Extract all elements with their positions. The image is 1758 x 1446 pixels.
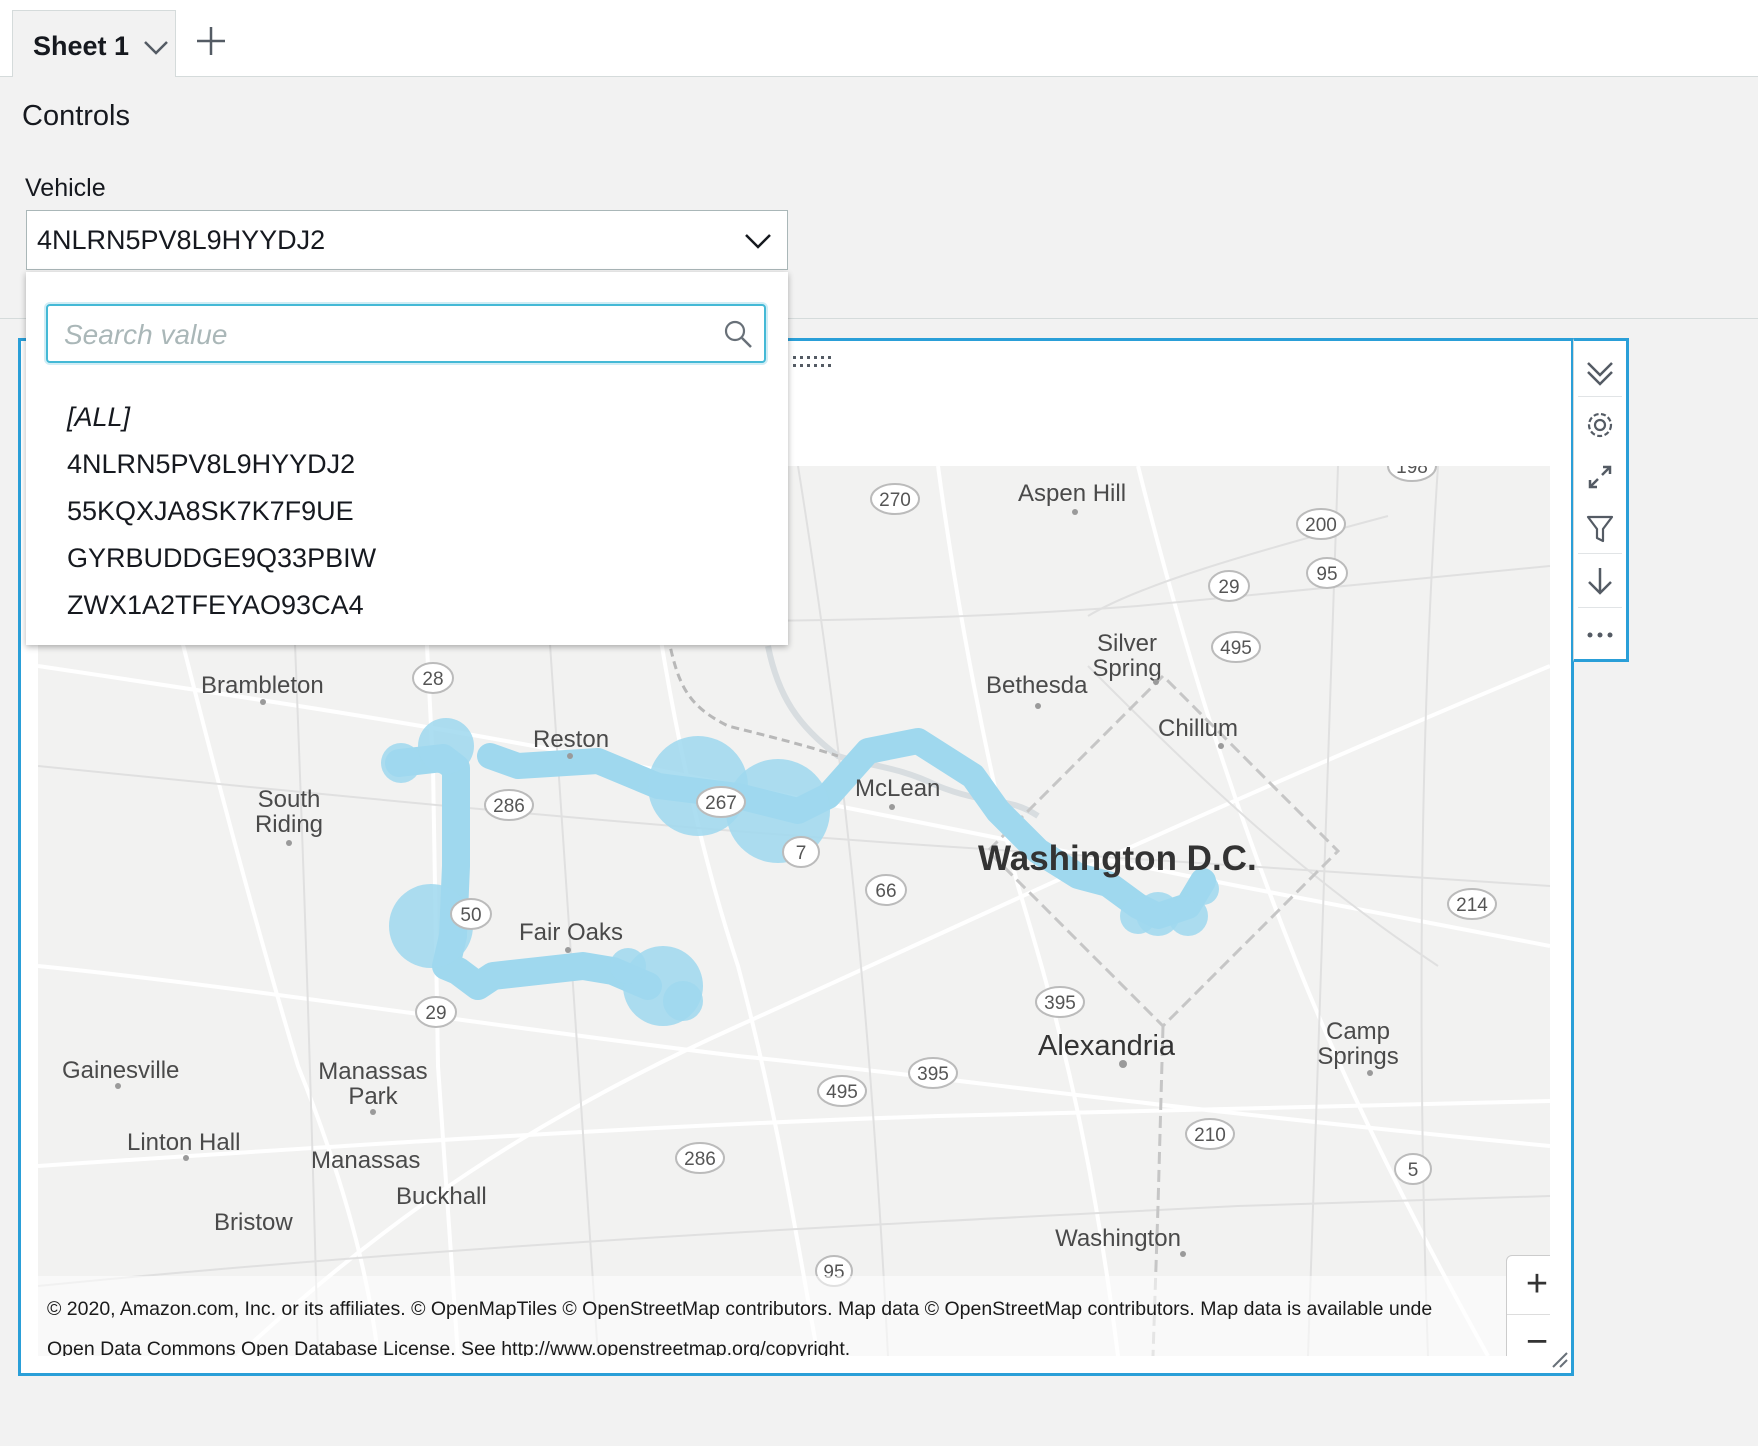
drag-handle-icon[interactable] — [791, 355, 833, 369]
chevron-down-icon — [745, 234, 771, 249]
map-label: Springs — [1317, 1043, 1398, 1070]
map-label: Washington — [1055, 1225, 1181, 1252]
map-label: McLean — [855, 775, 940, 802]
sheet-tab-bar: Sheet 1 — [0, 0, 1758, 77]
attribution-line-2: Open Data Commons Open Database License.… — [47, 1338, 850, 1356]
attribution-link[interactable]: http://www.openstreetmap.org/copyright — [501, 1338, 845, 1356]
option-item[interactable]: GYRBUDDGE9Q33PBIW — [67, 543, 376, 574]
map-attribution: © 2020, Amazon.com, Inc. or its affiliat… — [38, 1276, 1550, 1356]
map-label: South — [258, 786, 321, 813]
route-shield-label: 95 — [1316, 564, 1337, 585]
add-sheet-icon[interactable] — [193, 23, 229, 59]
map-label: Washington D.C. — [978, 839, 1257, 878]
download-icon[interactable] — [1582, 563, 1618, 599]
option-item[interactable]: ZWX1A2TFEYAO93CA4 — [67, 590, 364, 621]
vehicle-select[interactable]: 4NLRN5PV8L9HYYDJ2 — [26, 210, 788, 270]
map-label: Alexandria — [1038, 1030, 1176, 1062]
map-label: Fair Oaks — [519, 919, 623, 946]
resize-handle-icon[interactable] — [1551, 1351, 1569, 1369]
map-label: Chillum — [1158, 715, 1238, 742]
zoom-out-button[interactable]: − — [1507, 1315, 1550, 1356]
controls-title: Controls — [22, 100, 130, 132]
settings-icon[interactable] — [1582, 407, 1618, 443]
map-label: Buckhall — [396, 1183, 487, 1210]
route-shield-label: 29 — [425, 1003, 446, 1024]
map-label: Reston — [533, 726, 609, 753]
route-shield-label: 7 — [796, 843, 807, 864]
zoom-in-button[interactable]: + — [1507, 1256, 1550, 1315]
visual-toolbar — [1573, 338, 1629, 662]
route-shield-label: 270 — [879, 490, 911, 511]
route-shield-label: 50 — [460, 905, 481, 926]
vehicle-label: Vehicle — [25, 174, 106, 202]
map-label: Gainesville — [62, 1057, 179, 1084]
map-label: Manassas — [311, 1147, 420, 1174]
tab-label: Sheet 1 — [33, 31, 130, 61]
option-item[interactable]: 55KQXJA8SK7K7F9UE — [67, 496, 354, 527]
route-shield-label: 66 — [875, 881, 896, 902]
map-label: Manassas — [318, 1058, 427, 1085]
zoom-control: + − — [1506, 1255, 1550, 1356]
vehicle-dropdown-menu: [ALL] 4NLRN5PV8L9HYYDJ2 55KQXJA8SK7K7F9U… — [26, 272, 788, 645]
toolbar-separator — [1578, 553, 1622, 554]
map-label: Aspen Hill — [1018, 480, 1126, 507]
map-label: Spring — [1092, 655, 1161, 682]
toolbar-separator — [1578, 396, 1622, 397]
map-label: Bristow — [214, 1209, 293, 1236]
route-shield-label: 395 — [1044, 993, 1076, 1014]
map-label: Camp — [1326, 1018, 1390, 1045]
route-shield-label: 214 — [1456, 895, 1488, 916]
map-label: Silver — [1097, 630, 1157, 657]
toolbar-separator — [1578, 607, 1622, 608]
route-shield-label: 210 — [1194, 1125, 1226, 1146]
search-icon — [724, 320, 752, 348]
route-shield-label: 286 — [684, 1149, 716, 1170]
route-shield-label: 495 — [1220, 638, 1252, 659]
map-label: Bethesda — [986, 672, 1088, 699]
search-input[interactable] — [62, 314, 706, 356]
route-shield-label: 267 — [705, 793, 737, 814]
route-shield-label: 395 — [917, 1064, 949, 1085]
route-shield-label: 198 — [1396, 466, 1428, 478]
map-label: Riding — [255, 811, 323, 838]
attribution-period: . — [844, 1338, 851, 1356]
vehicle-selected-value: 4NLRN5PV8L9HYYDJ2 — [37, 225, 326, 255]
filter-icon[interactable] — [1582, 511, 1618, 547]
attribution-text: Open Data Commons Open Database License.… — [47, 1338, 496, 1356]
route-shield-label: 286 — [493, 796, 525, 817]
map-label: Linton Hall — [127, 1129, 240, 1156]
tab-sheet-1[interactable]: Sheet 1 — [12, 10, 176, 77]
search-field[interactable] — [46, 304, 766, 363]
attribution-line-1: © 2020, Amazon.com, Inc. or its affiliat… — [47, 1298, 1433, 1320]
map-label: Park — [348, 1083, 398, 1110]
route-shield-label: 28 — [422, 669, 443, 690]
route-shield-label: 200 — [1305, 515, 1337, 536]
option-all[interactable]: [ALL] — [67, 402, 130, 433]
option-item[interactable]: 4NLRN5PV8L9HYYDJ2 — [67, 449, 355, 480]
collapse-icon[interactable] — [1582, 355, 1618, 391]
expand-icon[interactable] — [1582, 459, 1618, 495]
route-shield-label: 29 — [1218, 577, 1239, 598]
route-shield-label: 5 — [1408, 1160, 1419, 1181]
map-label: Brambleton — [201, 672, 324, 699]
route-shield-label: 495 — [826, 1082, 858, 1103]
chevron-down-icon[interactable] — [141, 35, 171, 59]
more-icon[interactable] — [1582, 617, 1618, 653]
